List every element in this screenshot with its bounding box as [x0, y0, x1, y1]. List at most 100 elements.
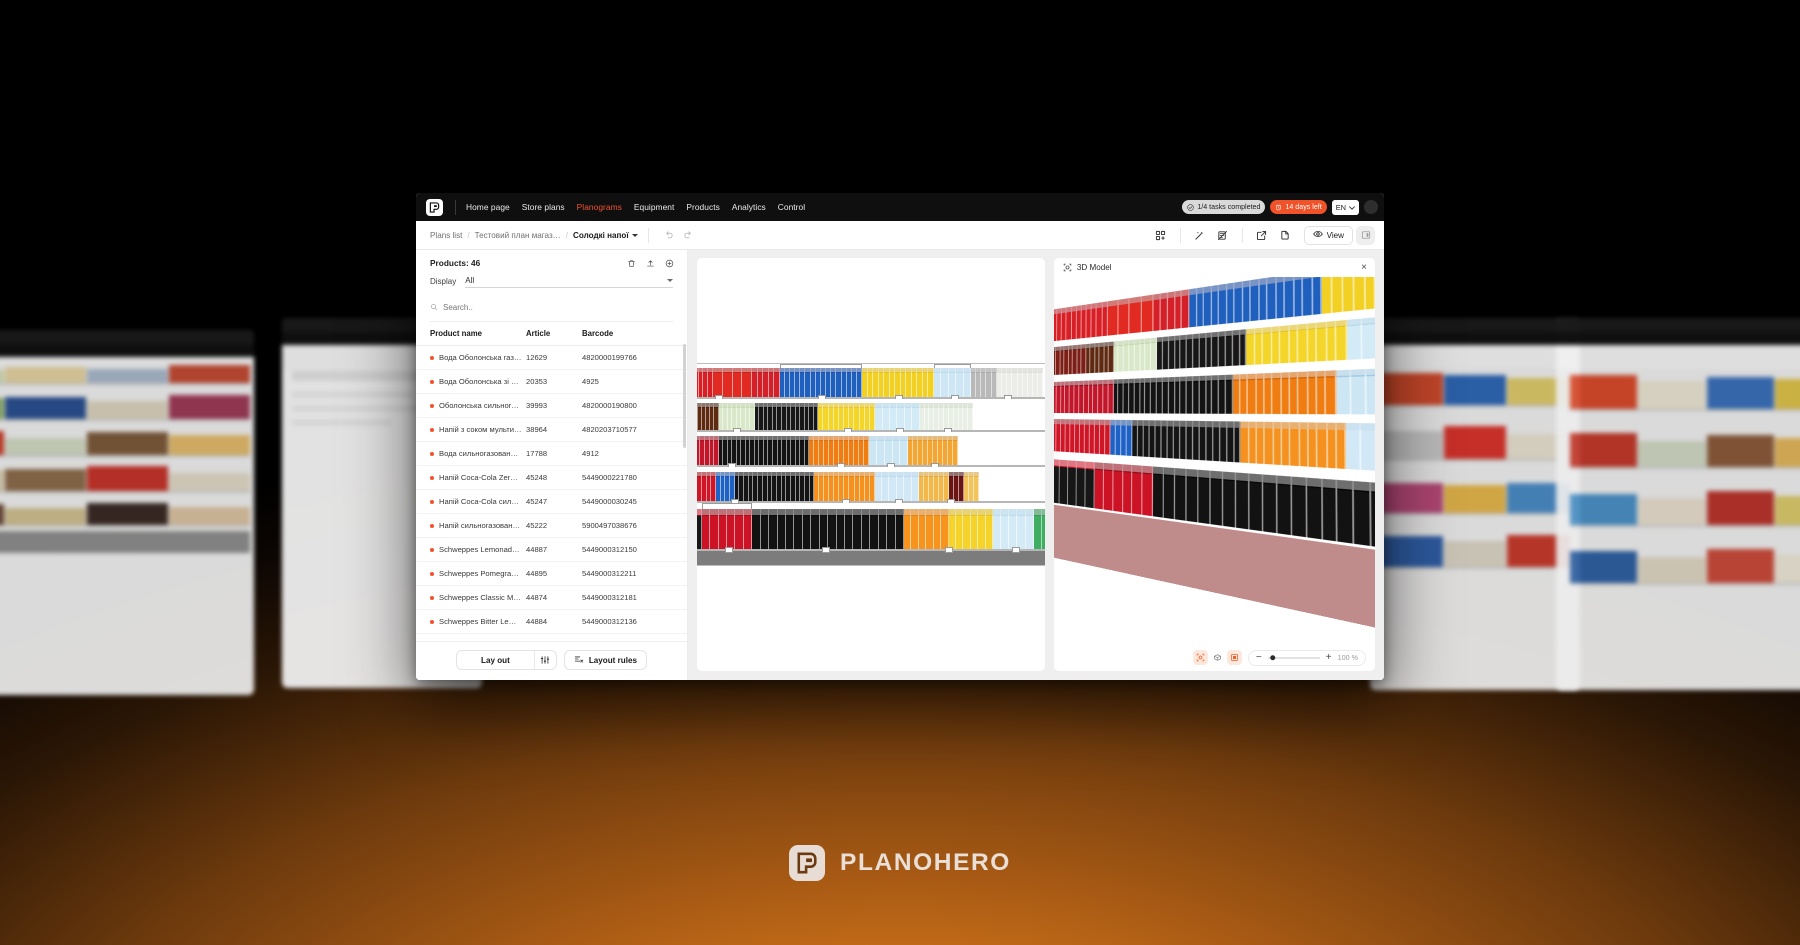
segment-handle[interactable]	[944, 547, 953, 554]
product-facing[interactable]	[1337, 479, 1355, 545]
product-facing[interactable]	[1038, 368, 1044, 398]
product-facing[interactable]	[1307, 322, 1318, 363]
planogram-segment[interactable]	[862, 364, 934, 402]
product-facing[interactable]	[1250, 279, 1260, 321]
nav-link-control[interactable]: Control	[778, 202, 805, 212]
product-facing[interactable]	[1241, 421, 1250, 463]
product-facing[interactable]	[743, 509, 753, 550]
product-facing[interactable]	[882, 403, 890, 430]
product-facing[interactable]	[1103, 462, 1113, 512]
table-row[interactable]: Напій сильногазований … 45222 590049703867…	[416, 513, 687, 538]
product-facing[interactable]	[904, 403, 913, 430]
product-facing[interactable]	[1317, 423, 1328, 468]
product-facing[interactable]	[1204, 286, 1212, 326]
planogram-segment[interactable]	[1321, 277, 1375, 314]
product-facing[interactable]	[1346, 423, 1362, 470]
product-facing[interactable]	[904, 471, 912, 501]
close-icon[interactable]: ×	[1361, 262, 1367, 273]
product-facing[interactable]	[853, 509, 862, 550]
product-facing[interactable]	[1262, 474, 1277, 534]
edit-square-icon[interactable]	[1252, 225, 1272, 245]
product-facing[interactable]	[1196, 287, 1205, 327]
product-facing[interactable]	[1371, 482, 1375, 550]
planogram-shelf[interactable]: 2	[697, 467, 1045, 505]
nav-link-planograms[interactable]: Planograms	[577, 202, 622, 212]
product-facing[interactable]	[1257, 422, 1266, 464]
table-row[interactable]: Вода Оболонська газов… 12629 4820000199766	[416, 345, 687, 370]
product-facing[interactable]	[1226, 282, 1235, 324]
product-facing[interactable]	[963, 368, 971, 398]
model-box-view-button[interactable]	[1210, 650, 1225, 665]
magic-wand-icon[interactable]	[1190, 225, 1210, 245]
compare-icon[interactable]	[1213, 225, 1233, 245]
product-facing[interactable]	[1366, 367, 1375, 415]
product-facing[interactable]	[882, 471, 890, 501]
product-facing[interactable]	[1248, 372, 1257, 414]
product-facing[interactable]	[1307, 370, 1318, 415]
product-facing[interactable]	[1186, 375, 1194, 414]
product-facing[interactable]	[1226, 421, 1234, 462]
zoom-slider-knob[interactable]	[1270, 654, 1276, 661]
planogram-segment[interactable]	[752, 503, 904, 554]
product-facing[interactable]	[1210, 470, 1224, 527]
tasks-completed-badge[interactable]: 1/4 tasks completed	[1182, 200, 1266, 214]
planogram-segment[interactable]	[1053, 369, 1233, 414]
segment-handle[interactable]	[822, 547, 831, 554]
layout-rules-button[interactable]: Layout rules	[563, 650, 647, 670]
product-facing[interactable]	[985, 509, 994, 550]
segment-handle[interactable]	[1011, 547, 1020, 554]
planohero-logo-icon[interactable]	[426, 198, 443, 216]
product-facing[interactable]	[1276, 277, 1286, 319]
planogram-segment[interactable]	[701, 502, 753, 554]
product-facing[interactable]	[1164, 467, 1176, 520]
product-facing[interactable]	[1205, 421, 1213, 461]
product-facing[interactable]	[1299, 422, 1309, 467]
planogram-segment[interactable]	[919, 399, 974, 434]
product-facing[interactable]	[918, 509, 927, 550]
product-facing[interactable]	[722, 368, 733, 398]
planogram-shelf[interactable]: 3	[697, 431, 1045, 470]
trash-icon[interactable]	[627, 259, 636, 268]
product-facing[interactable]	[1284, 277, 1295, 318]
product-facing[interactable]	[1308, 422, 1319, 468]
product-facing[interactable]	[978, 509, 986, 550]
planogram-segment[interactable]	[1346, 417, 1375, 474]
product-facing[interactable]	[1085, 461, 1095, 509]
product-facing[interactable]	[1249, 473, 1263, 532]
planogram-segment[interactable]	[779, 363, 863, 402]
product-facing[interactable]	[1160, 292, 1168, 331]
breadcrumb-store-plan[interactable]: Тестовий план магаз…	[475, 231, 561, 240]
nav-link-equipment[interactable]: Equipment	[634, 202, 675, 212]
product-facing[interactable]	[1353, 277, 1366, 311]
avatar[interactable]	[1364, 200, 1378, 214]
product-facing[interactable]	[1219, 421, 1227, 462]
product-facing[interactable]	[1225, 373, 1233, 414]
product-facing[interactable]	[956, 368, 964, 398]
table-row[interactable]: Schweppes Indian Tonic …4488354490003121…	[416, 633, 687, 641]
product-facing[interactable]	[701, 509, 711, 550]
product-facing[interactable]	[1290, 422, 1300, 466]
search-input[interactable]	[443, 302, 673, 312]
product-facing[interactable]	[1199, 332, 1206, 368]
table-row[interactable]: Вода Оболонська зі сма… 20353 4925	[416, 369, 687, 394]
nav-link-store-plans[interactable]: Store plans	[522, 202, 565, 212]
product-facing[interactable]	[1193, 333, 1200, 369]
product-facing[interactable]	[861, 509, 871, 550]
zoom-in-button[interactable]: +	[1326, 652, 1332, 663]
product-facing[interactable]	[1317, 321, 1328, 362]
product-facing[interactable]	[1259, 278, 1268, 321]
product-facing[interactable]	[1265, 422, 1274, 465]
right-panel-icon[interactable]	[1356, 225, 1375, 245]
product-facing[interactable]	[1242, 280, 1251, 322]
product-facing[interactable]	[911, 471, 920, 501]
product-facing[interactable]	[1017, 509, 1026, 550]
planogram-shelf[interactable]: 4	[697, 399, 1045, 434]
product-facing[interactable]	[1351, 368, 1368, 415]
product-facing[interactable]	[1186, 468, 1199, 524]
product-facing[interactable]	[1212, 421, 1220, 462]
planogram-canvas-card[interactable]: 54321	[697, 258, 1045, 671]
product-facing[interactable]	[955, 509, 964, 550]
product-facing[interactable]	[713, 368, 723, 398]
product-facing[interactable]	[1033, 509, 1042, 550]
product-facing[interactable]	[1298, 323, 1309, 363]
